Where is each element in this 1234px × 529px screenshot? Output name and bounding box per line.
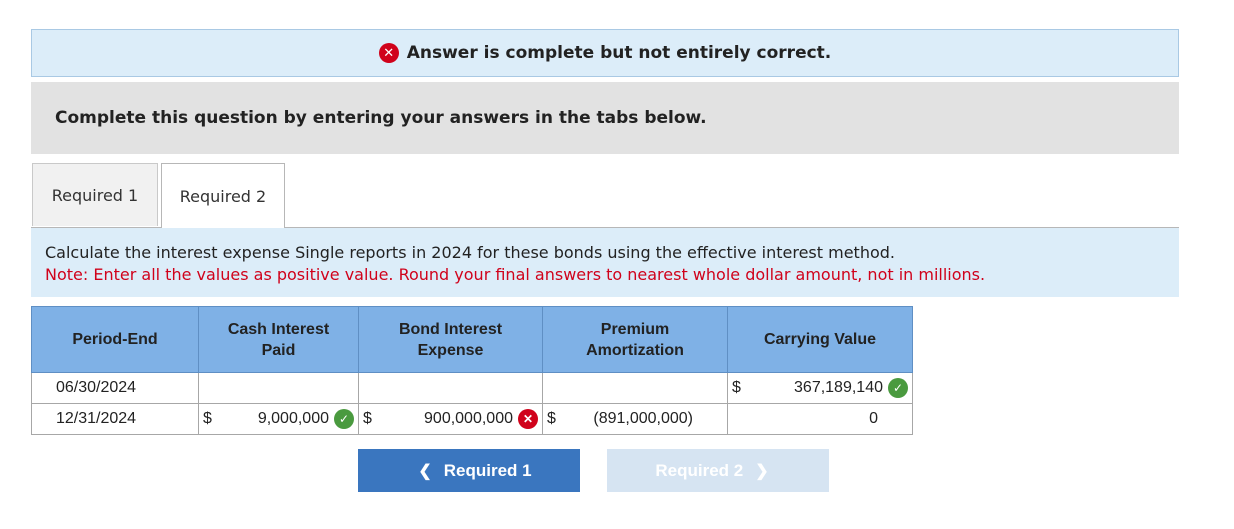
header-cash-interest-paid: Cash Interest Paid bbox=[198, 306, 359, 373]
tab-bar: Required 1 Required 2 bbox=[31, 163, 1179, 228]
prev-button-label: Required 1 bbox=[443, 460, 532, 480]
header-carrying-label: Carrying Value bbox=[763, 331, 877, 348]
period-value: 12/31/2024 bbox=[56, 410, 137, 427]
cell-premium-input[interactable] bbox=[542, 372, 728, 404]
currency-symbol: $ bbox=[203, 410, 212, 427]
premium-amortization-value: (891,000,000) bbox=[593, 410, 693, 427]
currency-symbol: $ bbox=[363, 410, 372, 427]
result-banner-text: Answer is complete but not entirely corr… bbox=[406, 43, 832, 63]
instructions-bar: Complete this question by entering your … bbox=[31, 82, 1179, 154]
next-button-label: Required 2 bbox=[655, 460, 744, 480]
period-value: 06/30/2024 bbox=[56, 379, 137, 396]
prev-required-1-button[interactable]: ❮ Required 1 bbox=[358, 449, 580, 492]
header-bond-line2: Expense bbox=[417, 341, 484, 359]
cell-period: 12/31/2024 bbox=[31, 403, 199, 435]
tab-required-2[interactable]: Required 2 bbox=[161, 163, 285, 228]
next-required-2-button[interactable]: Required 2 ❯ bbox=[607, 449, 829, 492]
header-premium-line1: Premium bbox=[600, 320, 670, 338]
chevron-left-icon: ❮ bbox=[418, 462, 432, 480]
carrying-value: 0 bbox=[869, 410, 878, 427]
question-text: Calculate the interest expense Single re… bbox=[45, 243, 895, 262]
check-circle-icon: ✓ bbox=[334, 409, 354, 429]
tab-required-2-label: Required 2 bbox=[179, 186, 267, 206]
cell-cash-input[interactable]: $ 9,000,000 ✓ bbox=[198, 403, 359, 435]
x-circle-icon: ✕ bbox=[378, 43, 399, 63]
header-cash-line1: Cash Interest bbox=[227, 320, 330, 338]
instructions-text: Complete this question by entering your … bbox=[55, 108, 707, 128]
header-bond-interest-expense: Bond Interest Expense bbox=[358, 306, 543, 373]
header-premium-line2: Amortization bbox=[586, 341, 684, 359]
chevron-right-icon: ❯ bbox=[755, 462, 769, 480]
carrying-value: 367,189,140 bbox=[794, 379, 883, 396]
table-row: 12/31/2024 $ 9,000,000 ✓ $ 900,000,000 ✕… bbox=[31, 403, 913, 435]
cell-cash-input[interactable] bbox=[198, 372, 359, 404]
bond-interest-value: 900,000,000 bbox=[424, 410, 513, 427]
check-circle-icon: ✓ bbox=[888, 378, 908, 398]
cash-interest-value: 9,000,000 bbox=[257, 410, 329, 427]
header-bond-line1: Bond Interest bbox=[398, 320, 503, 338]
result-banner: ✕ Answer is complete but not entirely co… bbox=[31, 29, 1179, 77]
question-note: Note: Enter all the values as positive v… bbox=[45, 265, 986, 284]
header-premium-amortization: Premium Amortization bbox=[542, 306, 728, 373]
header-period-end-label: Period-End bbox=[72, 331, 158, 348]
currency-symbol: $ bbox=[547, 410, 556, 427]
question-panel: Calculate the interest expense Single re… bbox=[31, 228, 1179, 297]
cell-premium-input[interactable]: $ (891,000,000) bbox=[542, 403, 728, 435]
cell-period: 06/30/2024 bbox=[31, 372, 199, 404]
cell-carrying-input[interactable]: 0 bbox=[727, 403, 913, 435]
cell-carrying-input[interactable]: $ 367,189,140 ✓ bbox=[727, 372, 913, 404]
cell-bond-input[interactable]: $ 900,000,000 ✕ bbox=[358, 403, 543, 435]
tab-required-1[interactable]: Required 1 bbox=[32, 163, 158, 226]
cell-bond-input[interactable] bbox=[358, 372, 543, 404]
header-period-end: Period-End bbox=[31, 306, 199, 373]
currency-symbol: $ bbox=[732, 379, 741, 396]
amortization-table: Period-End Cash Interest Paid Bond Inter… bbox=[31, 306, 913, 435]
x-circle-icon: ✕ bbox=[518, 409, 538, 429]
table-row: 06/30/2024 $ 367,189,140 ✓ bbox=[31, 372, 913, 404]
header-cash-line2: Paid bbox=[261, 341, 296, 359]
header-carrying-value: Carrying Value bbox=[727, 306, 913, 373]
tab-required-1-label: Required 1 bbox=[51, 185, 139, 205]
